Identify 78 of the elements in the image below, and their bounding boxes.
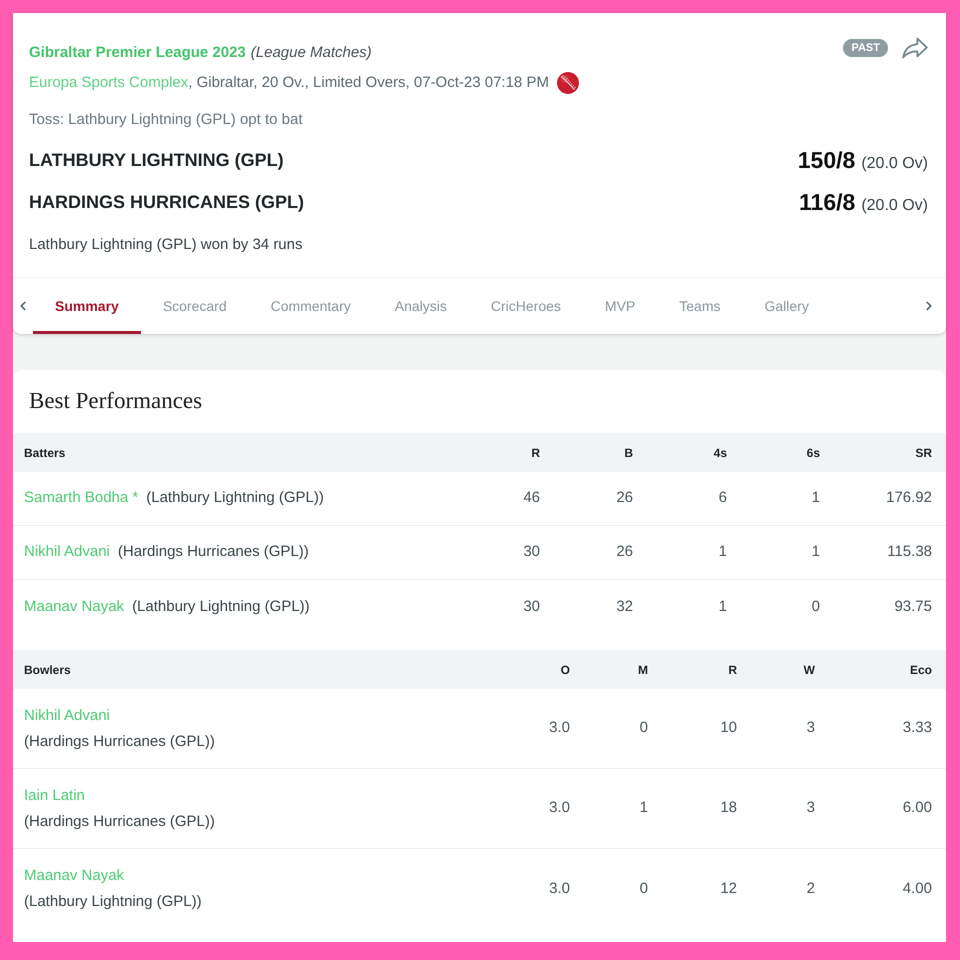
stat-cell-text: 1 — [638, 798, 648, 818]
stat-cell-text: 26 — [615, 488, 633, 508]
stat-cell-text: 32 — [615, 596, 633, 617]
status-badge: PAST — [843, 39, 888, 57]
player-team: (Hardings Hurricanes (GPL)) — [24, 812, 215, 832]
share-icon[interactable] — [902, 37, 928, 59]
stat-cell-text: 3.33 — [902, 718, 932, 738]
column-header: W — [802, 662, 815, 678]
column-header: B — [623, 444, 633, 462]
team-name: HARDINGS HURRICANES (GPL) — [29, 190, 304, 214]
stat-cell-text: 3.0 — [548, 878, 570, 899]
stat-cell-text: 18 — [719, 798, 737, 818]
column-header: Batters — [24, 444, 66, 462]
team-name: LATHBURY LIGHTNING (GPL) — [29, 148, 284, 172]
tab[interactable]: Teams — [657, 278, 742, 334]
stat-cell-text: 30 — [522, 542, 540, 562]
match-round: (League Matches) — [250, 42, 372, 63]
tournament-title[interactable]: Gibraltar Premier League 2023 — [29, 42, 246, 64]
player-team: (Lathbury Lightning (GPL)) — [24, 892, 202, 912]
stat-cell-text: 0 — [638, 718, 648, 738]
tab[interactable]: MVP — [582, 278, 658, 334]
player-team: (Lathbury Lightning (GPL)) — [146, 488, 324, 508]
cricket-ball-icon — [556, 72, 579, 94]
stat-cell-text: 0 — [638, 878, 648, 899]
stat-cell-text: 3.0 — [548, 798, 570, 818]
stat-cell-text: 1 — [810, 488, 820, 508]
player-name-link[interactable]: Maanav Nayak — [24, 863, 124, 889]
stat-cell-text: 176.92 — [885, 488, 932, 508]
toss-text: Toss: Lathbury Lightning (GPL) opt to bat — [29, 110, 304, 130]
column-header: 6s — [806, 444, 820, 462]
column-header: Eco — [908, 662, 932, 678]
stat-cell-text: 115.38 — [886, 542, 932, 562]
player-name-link[interactable]: Nikhil Advani — [24, 541, 110, 564]
stat-cell-text: 3.0 — [548, 718, 570, 738]
player-team: (Hardings Hurricanes (GPL)) — [24, 732, 215, 752]
column-header: R — [530, 444, 540, 462]
player-name-link[interactable]: Nikhil Advani — [24, 702, 110, 728]
player-team: (Hardings Hurricanes (GPL)) — [118, 542, 309, 562]
team-score: 150/8 — [798, 146, 856, 175]
player-name-link[interactable]: Samarth Bodha * — [24, 487, 138, 510]
stat-cell-text: 3 — [806, 718, 815, 738]
stat-cell-text: 0 — [810, 596, 820, 617]
stat-cell-text: 4.00 — [902, 878, 932, 899]
section-title: Best Performances — [29, 387, 202, 416]
player-team: (Lathbury Lightning (GPL)) — [132, 596, 310, 617]
tab[interactable]: Commentary — [248, 278, 373, 334]
stat-cell-text: 93.75 — [893, 596, 932, 617]
column-header: M — [637, 662, 648, 678]
tab[interactable]: Scorecard — [140, 278, 249, 334]
stat-cell-text: 1 — [718, 596, 727, 617]
team-overs: (20.0 Ov) — [861, 196, 928, 216]
player-name-link[interactable]: Iain Latin — [24, 782, 85, 808]
stat-cell-text: 6.00 — [902, 798, 932, 818]
result-text: Lathbury Lightning (GPL) won by 34 runs — [29, 235, 304, 255]
player-name-link[interactable]: Maanav Nayak — [24, 596, 124, 618]
stat-cell-text: 26 — [615, 542, 633, 562]
stat-cell-text: 46 — [522, 488, 540, 508]
column-header: 4s — [712, 444, 727, 462]
stat-cell-text: 12 — [719, 878, 737, 899]
stat-cell-text: 2 — [806, 878, 815, 899]
team-overs: (20.0 Ov) — [861, 154, 928, 174]
stat-cell-text: 6 — [718, 488, 727, 508]
tab[interactable]: Analysis — [372, 278, 469, 334]
stat-cell-text: 3 — [806, 798, 815, 818]
column-header: Bowlers — [24, 662, 72, 678]
stat-cell-text: 1 — [718, 542, 727, 562]
column-header: R — [727, 662, 737, 678]
stat-cell-text: 1 — [810, 542, 820, 562]
tab[interactable]: CricHeroes — [468, 278, 583, 334]
tab[interactable]: Gallery — [742, 278, 831, 334]
column-header: SR — [914, 444, 932, 462]
venue-link[interactable]: Europa Sports Complex — [29, 72, 188, 94]
match-details: , Gibraltar, 20 Ov., Limited Overs, 07-Oct-23 07:18 PM — [188, 72, 549, 93]
tab[interactable]: Summary — [33, 278, 141, 334]
column-header: O — [560, 662, 570, 678]
stat-cell-text: 30 — [522, 596, 540, 617]
team-score: 116/8 — [799, 188, 856, 217]
stat-cell-text: 10 — [719, 718, 737, 738]
